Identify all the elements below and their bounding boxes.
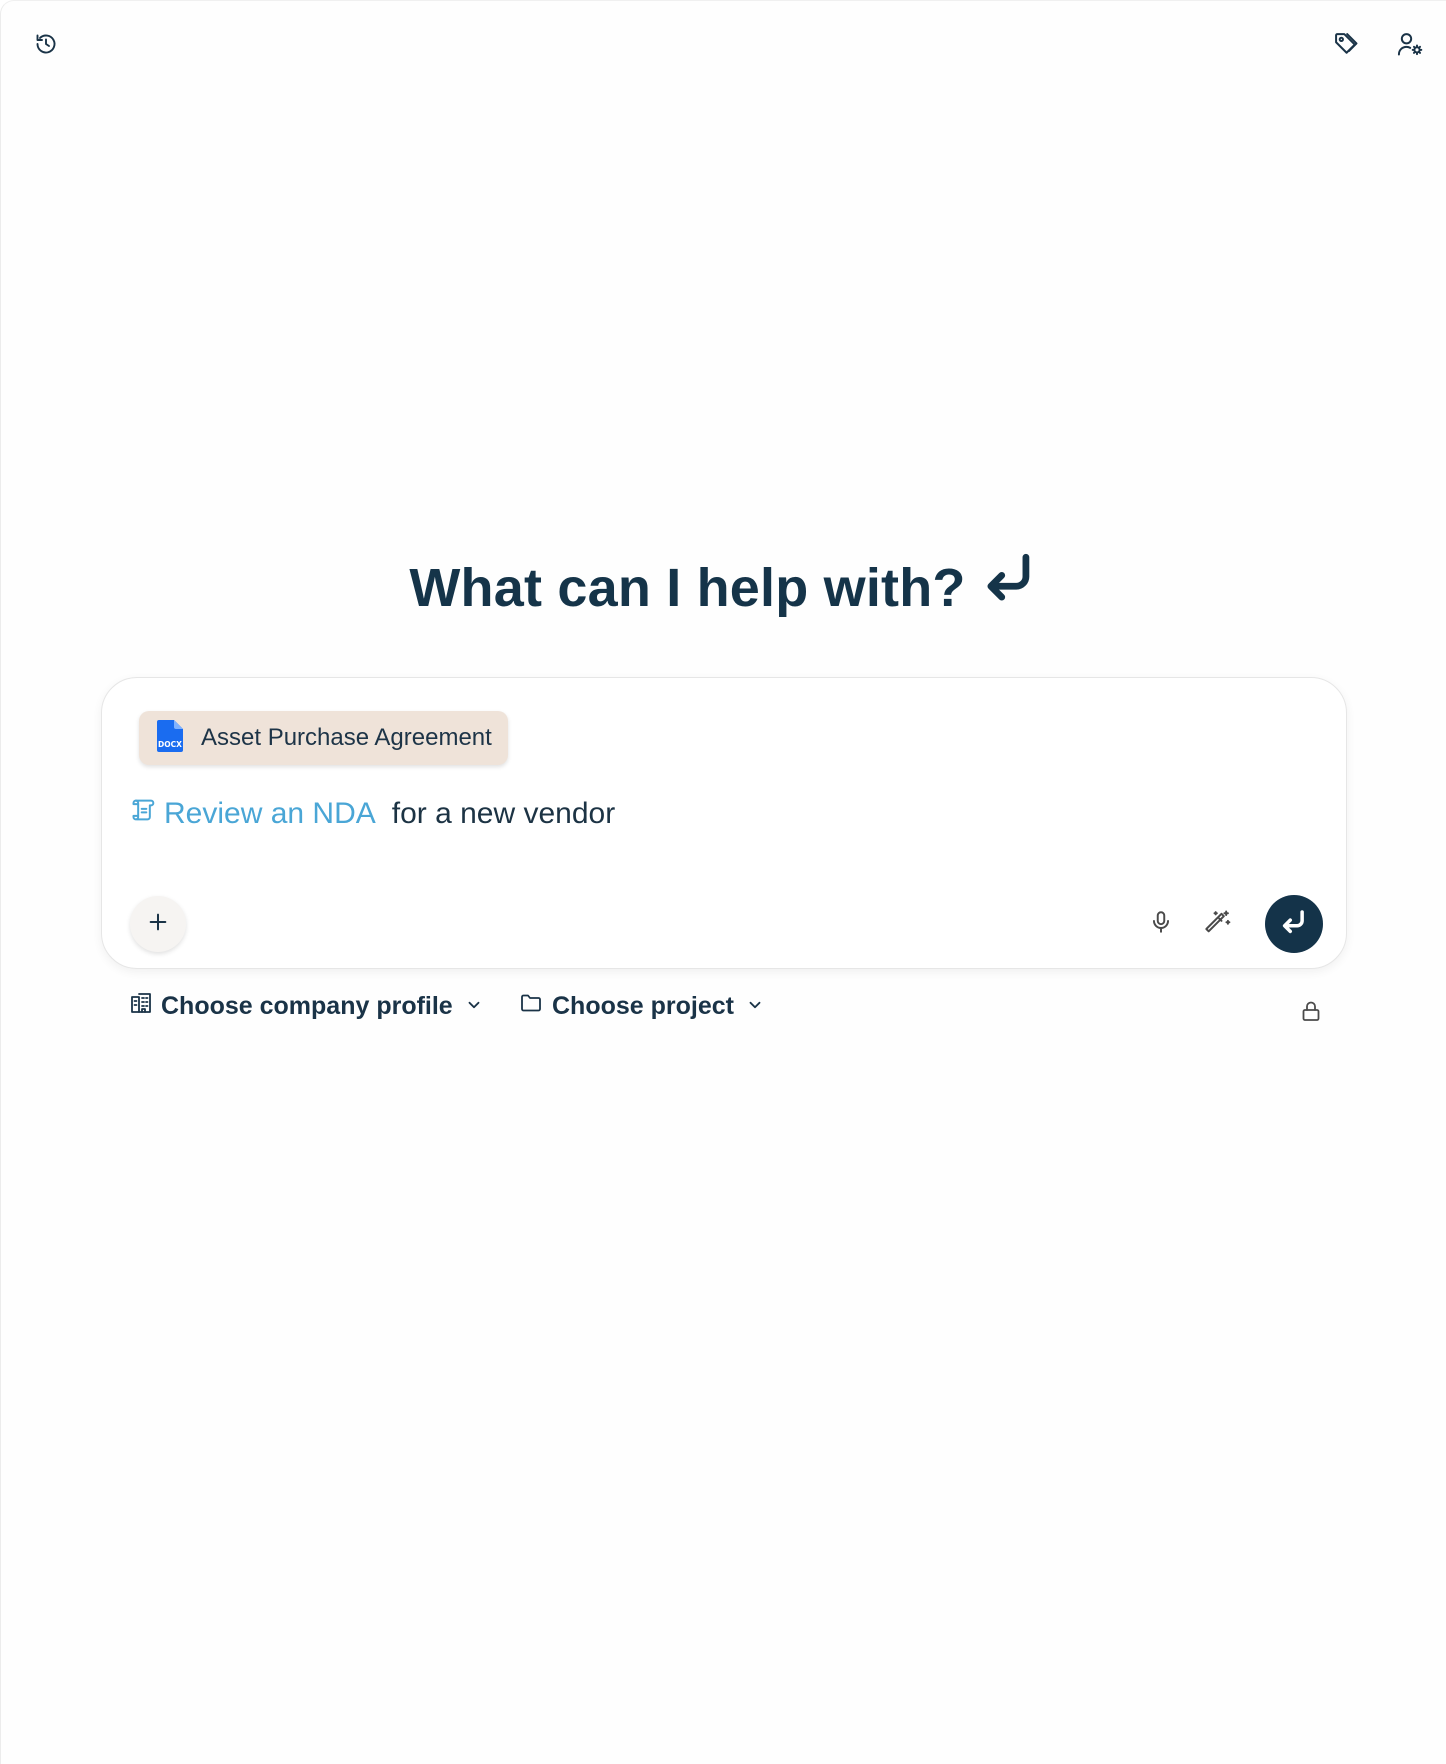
attachment-chip[interactable]: DOCX Asset Purchase Agreement (139, 711, 508, 765)
user-gear-icon (1396, 30, 1424, 58)
enter-arrow-icon (980, 550, 1038, 621)
voice-input-button[interactable] (1141, 904, 1181, 944)
lock-icon (1299, 998, 1323, 1029)
tags-button[interactable] (1326, 24, 1366, 64)
company-profile-dropdown[interactable]: Choose company profile (129, 991, 483, 1022)
project-dropdown[interactable]: Choose project (518, 991, 764, 1022)
folder-icon (518, 991, 544, 1022)
history-icon (34, 32, 58, 56)
template-link[interactable]: Review an NDA (130, 796, 376, 832)
enhance-prompt-button[interactable] (1198, 904, 1238, 944)
microphone-icon (1148, 909, 1174, 940)
prompt-composer: DOCX Asset Purchase Agreement Review an … (101, 677, 1347, 969)
chevron-down-icon (746, 992, 764, 1021)
tag-icon (1332, 30, 1360, 58)
app-page: What can I help with? DOCX Asset Purchas… (0, 0, 1446, 1764)
history-button[interactable] (26, 24, 66, 64)
chevron-down-icon (465, 992, 483, 1021)
docx-file-icon: DOCX (157, 719, 183, 757)
add-button[interactable] (130, 896, 186, 952)
enter-arrow-icon (1279, 907, 1309, 942)
prompt-input[interactable]: Review an NDA for a new vendor (130, 796, 615, 832)
send-button[interactable] (1265, 895, 1323, 953)
scroll-icon (130, 796, 158, 832)
building-icon (129, 991, 153, 1022)
attachment-label: Asset Purchase Agreement (201, 724, 492, 751)
page-title: What can I help with? (1, 554, 1446, 621)
privacy-lock-button[interactable] (1291, 993, 1331, 1033)
plus-icon (147, 911, 169, 938)
company-profile-label: Choose company profile (161, 992, 453, 1020)
svg-text:DOCX: DOCX (158, 740, 182, 749)
prompt-text: for a new vendor (391, 797, 616, 830)
template-link-label: Review an NDA (164, 797, 376, 830)
user-settings-button[interactable] (1390, 24, 1430, 64)
page-title-text: What can I help with? (409, 558, 966, 618)
project-label: Choose project (552, 992, 734, 1020)
magic-wand-icon (1204, 908, 1232, 941)
